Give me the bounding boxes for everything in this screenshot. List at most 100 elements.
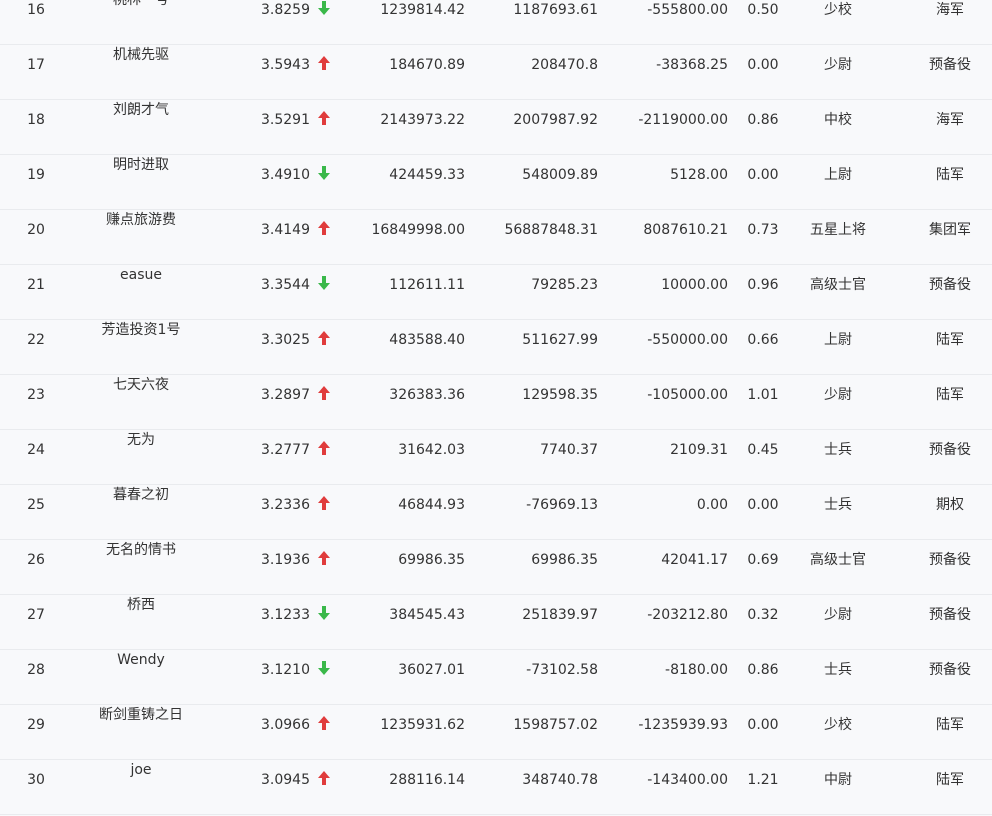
arrow-up-icon	[318, 386, 332, 402]
score-value: 3.5291	[261, 112, 310, 128]
table-row[interactable]: 25 暮春之初 3.2336 46844.93 -76969.13 0.00 0…	[0, 485, 992, 540]
value-column-1: 326383.36	[389, 387, 465, 403]
branch-label: 陆军	[936, 332, 964, 348]
value-column-3: 0.00	[696, 497, 728, 513]
table-row[interactable]: 29 断剑重铸之日 3.0966 1235931.62 1598757.02 -…	[0, 705, 992, 760]
account-name-link[interactable]: 机械先驱	[60, 45, 222, 65]
value-column-2: -76969.13	[526, 497, 598, 513]
score-value: 3.5943	[261, 57, 310, 73]
account-name-link[interactable]: easue	[60, 265, 222, 285]
value-column-2: 2007987.92	[513, 112, 598, 128]
value-column-2: 79285.23	[531, 277, 598, 293]
score-value: 3.4910	[261, 167, 310, 183]
branch-label: 预备役	[929, 552, 971, 568]
account-name-link[interactable]: 芳造投资1号	[60, 320, 222, 340]
account-name-link[interactable]: joe	[60, 760, 222, 780]
branch-label: 预备役	[929, 57, 971, 73]
table-row[interactable]: 24 无为 3.2777 31642.03 7740.37 2109.31 0.…	[0, 430, 992, 485]
account-name-link[interactable]: Wendy	[60, 650, 222, 670]
value-column-2: 1187693.61	[513, 2, 598, 18]
military-rank-label: 士兵	[824, 442, 852, 458]
account-name-link[interactable]: 明时进取	[60, 155, 222, 175]
value-column-3: -8180.00	[665, 662, 728, 678]
ratio-value: 0.50	[747, 2, 779, 18]
score-value: 3.1233	[261, 607, 310, 623]
rank-number: 28	[27, 662, 45, 678]
rank-number: 29	[27, 717, 45, 733]
arrow-up-icon	[318, 221, 332, 237]
table-row[interactable]: 23 七天六夜 3.2897 326383.36 129598.35 -1050…	[0, 375, 992, 430]
account-name-link[interactable]: 刘朗才气	[60, 100, 222, 120]
military-rank-label: 士兵	[824, 662, 852, 678]
value-column-2: 251839.97	[522, 607, 598, 623]
account-name-link[interactable]: 桃林一号	[60, 0, 222, 10]
value-column-2: 1598757.02	[513, 717, 598, 733]
ratio-value: 0.86	[747, 662, 779, 678]
table-row[interactable]: 19 明时进取 3.4910 424459.33 548009.89 5128.…	[0, 155, 992, 210]
arrow-up-icon	[318, 331, 332, 347]
account-name-link[interactable]: 无为	[60, 430, 222, 450]
table-row[interactable]: 16 桃林一号 3.8259 1239814.42 1187693.61 -55…	[0, 0, 992, 45]
score-value: 3.2336	[261, 497, 310, 513]
table-row[interactable]: 22 芳造投资1号 3.3025 483588.40 511627.99 -55…	[0, 320, 992, 375]
ratio-value: 0.96	[747, 277, 779, 293]
ratio-value: 0.45	[747, 442, 779, 458]
account-name-link[interactable]: 无名的情书	[60, 540, 222, 560]
table-row[interactable]: 18 刘朗才气 3.5291 2143973.22 2007987.92 -21…	[0, 100, 992, 155]
rank-number: 25	[27, 497, 45, 513]
arrow-up-icon	[318, 771, 332, 787]
arrow-down-icon	[318, 166, 332, 182]
value-column-3: 10000.00	[661, 277, 728, 293]
score-value: 3.2777	[261, 442, 310, 458]
table-row[interactable]: 30 joe 3.0945 288116.14 348740.78 -14340…	[0, 760, 992, 815]
value-column-3: 2109.31	[670, 442, 728, 458]
military-rank-label: 高级士官	[810, 277, 866, 293]
account-name-link[interactable]: 桥西	[60, 595, 222, 615]
value-column-3: 5128.00	[670, 167, 728, 183]
account-name-link[interactable]: 赚点旅游费	[60, 210, 222, 230]
value-column-1: 112611.11	[389, 277, 465, 293]
branch-label: 陆军	[936, 717, 964, 733]
score-value: 3.3025	[261, 332, 310, 348]
value-column-1: 288116.14	[389, 772, 465, 788]
ranking-table: 16 桃林一号 3.8259 1239814.42 1187693.61 -55…	[0, 0, 992, 816]
value-column-1: 483588.40	[389, 332, 465, 348]
value-column-3: -550000.00	[647, 332, 728, 348]
score-value: 3.1210	[261, 662, 310, 678]
score-value: 3.0966	[261, 717, 310, 733]
value-column-2: 208470.8	[531, 57, 598, 73]
table-row[interactable]: 28 Wendy 3.1210 36027.01 -73102.58 -8180…	[0, 650, 992, 705]
value-column-1: 384545.43	[389, 607, 465, 623]
account-name-link[interactable]: 暮春之初	[60, 485, 222, 505]
ratio-value: 0.00	[747, 497, 779, 513]
value-column-2: -73102.58	[526, 662, 598, 678]
value-column-2: 511627.99	[522, 332, 598, 348]
value-column-3: -38368.25	[656, 57, 728, 73]
value-column-1: 424459.33	[389, 167, 465, 183]
table-row[interactable]: 27 桥西 3.1233 384545.43 251839.97 -203212…	[0, 595, 992, 650]
table-row[interactable]: 26 无名的情书 3.1936 69986.35 69986.35 42041.…	[0, 540, 992, 595]
table-row[interactable]: 21 easue 3.3544 112611.11 79285.23 10000…	[0, 265, 992, 320]
branch-label: 集团军	[929, 222, 971, 238]
military-rank-label: 少校	[824, 717, 852, 733]
score-value: 3.4149	[261, 222, 310, 238]
account-name-link[interactable]: 断剑重铸之日	[60, 705, 222, 725]
ratio-value: 1.01	[747, 387, 779, 403]
branch-label: 预备役	[929, 277, 971, 293]
arrow-up-icon	[318, 56, 332, 72]
value-column-3: 8087610.21	[643, 222, 728, 238]
value-column-2: 69986.35	[531, 552, 598, 568]
ratio-value: 1.21	[747, 772, 779, 788]
rank-number: 27	[27, 607, 45, 623]
branch-label: 预备役	[929, 607, 971, 623]
military-rank-label: 士兵	[824, 497, 852, 513]
branch-label: 预备役	[929, 662, 971, 678]
table-row[interactable]: 20 赚点旅游费 3.4149 16849998.00 56887848.31 …	[0, 210, 992, 265]
account-name-link[interactable]: 七天六夜	[60, 375, 222, 395]
rank-number: 18	[27, 112, 45, 128]
value-column-3: -143400.00	[647, 772, 728, 788]
value-column-3: -105000.00	[647, 387, 728, 403]
branch-label: 陆军	[936, 387, 964, 403]
military-rank-label: 五星上将	[810, 222, 866, 238]
table-row[interactable]: 17 机械先驱 3.5943 184670.89 208470.8 -38368…	[0, 45, 992, 100]
